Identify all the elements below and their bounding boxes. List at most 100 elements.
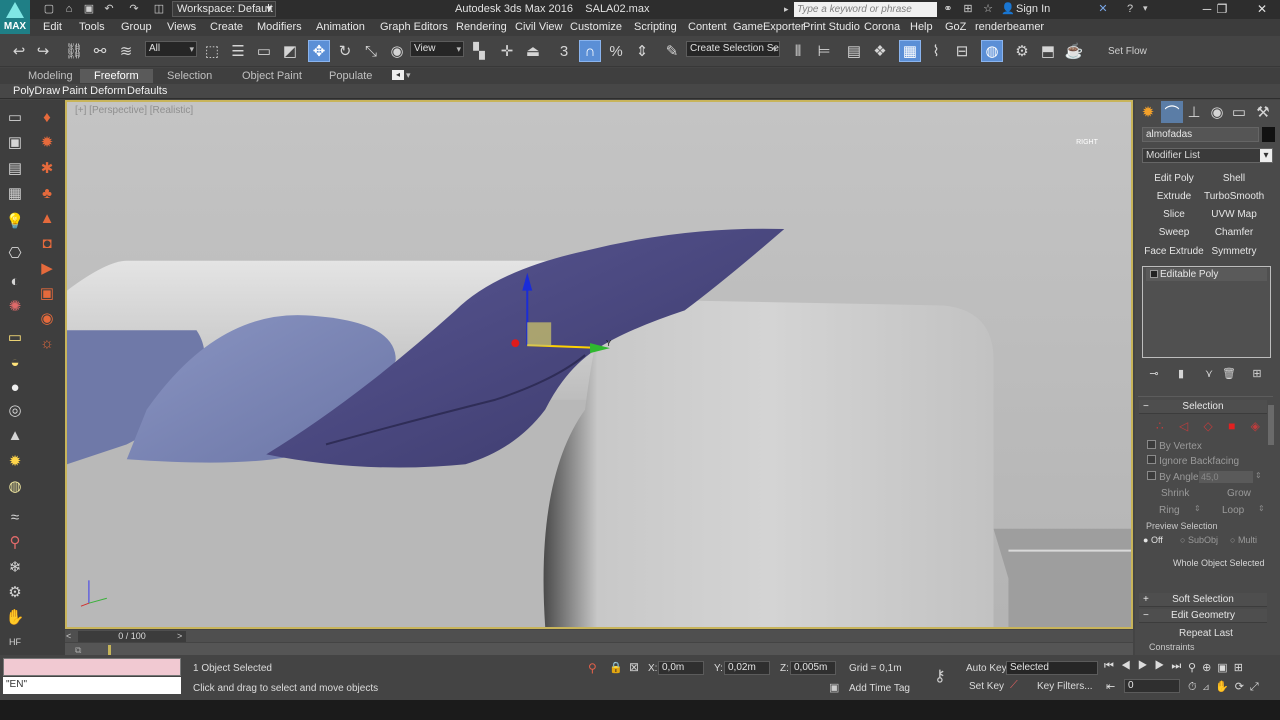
motion-tab-icon[interactable]: ◉ xyxy=(1206,101,1228,123)
scene-list-icon[interactable]: ▤ xyxy=(4,157,26,179)
add-time-tag-button[interactable]: Add Time Tag xyxy=(849,683,910,694)
menu-group[interactable]: Group xyxy=(121,21,152,33)
modifier-edit-poly-button[interactable]: Edit Poly xyxy=(1144,171,1204,187)
key-filters-button[interactable]: Key Filters... xyxy=(1037,681,1093,692)
next-frame-icon[interactable]: ▶ xyxy=(1155,660,1172,672)
mirror-icon[interactable]: ⫴ xyxy=(787,40,809,62)
percent-snap-icon[interactable]: % xyxy=(605,40,627,62)
redo-icon[interactable]: ↪ xyxy=(32,40,54,62)
link-icon[interactable]: ⛓ xyxy=(63,40,85,62)
grow-button[interactable]: Grow xyxy=(1227,488,1251,499)
viewport-nav-bottom[interactable]: ⏱⊿✋⟳⤢ xyxy=(1188,680,1265,694)
hemisphere-icon[interactable]: ◒ xyxy=(4,351,26,373)
named-selection-set-dropdown[interactable]: Create Selection Se xyxy=(686,41,780,57)
project-folder-icon[interactable]: ◫ xyxy=(152,2,166,16)
save-file-icon[interactable]: ▣ xyxy=(82,2,96,16)
subtab-paint-deform[interactable]: Paint Deform xyxy=(62,85,126,97)
app-logo[interactable]: MAX xyxy=(0,0,30,34)
scene-explorer-icon[interactable]: ▤ xyxy=(843,40,865,62)
make-unique-icon[interactable]: ⋎ xyxy=(1198,362,1220,384)
remove-modifier-icon[interactable]: 🗑 xyxy=(1218,362,1240,384)
speaker-icon[interactable]: ◐ xyxy=(4,270,26,292)
reference-coordinate-dropdown[interactable]: View xyxy=(410,41,464,57)
trees-icon[interactable]: ♣ xyxy=(36,182,58,204)
menu-goz[interactable]: GoZ xyxy=(945,21,966,33)
loop-spinner[interactable]: ⇕ xyxy=(1258,504,1265,513)
modifier-uvw-map-button[interactable]: UVW Map xyxy=(1204,207,1264,223)
menu-customize[interactable]: Customize xyxy=(570,21,622,33)
zoom-extents-all-icon[interactable]: ⊞ xyxy=(1234,662,1249,674)
menu-content[interactable]: Content xyxy=(688,21,727,33)
align-icon[interactable]: ⊨ xyxy=(813,40,835,62)
zoom-extents-icon[interactable]: ▣ xyxy=(1217,662,1233,674)
viewport-layout-icon[interactable]: ▣ xyxy=(4,131,26,153)
bulb-render-icon[interactable]: ☼ xyxy=(36,332,58,354)
tab-modeling[interactable]: Modeling xyxy=(28,70,73,82)
select-and-rotate-icon[interactable]: ↻ xyxy=(334,40,356,62)
previous-frame-icon[interactable]: ◀ xyxy=(1121,660,1138,672)
modifier-face-extrude-button[interactable]: Face Extrude xyxy=(1144,244,1204,260)
window-crossing-icon[interactable]: ◩ xyxy=(279,40,301,62)
select-and-scale-icon[interactable]: ⤡ xyxy=(360,40,382,62)
fov-icon[interactable]: ⊿ xyxy=(1203,681,1215,693)
go-to-end-icon[interactable]: ⏭ xyxy=(1171,660,1188,672)
selection-region-icon[interactable]: ▭ xyxy=(253,40,275,62)
preview-subobj-radio[interactable]: ○ SubObj xyxy=(1180,535,1218,545)
menu-views[interactable]: Views xyxy=(167,21,196,33)
modifier-slice-button[interactable]: Slice xyxy=(1144,207,1204,223)
viewcube[interactable]: RIGHT xyxy=(1072,130,1102,156)
auto-key-button[interactable]: Auto Key xyxy=(966,663,1007,674)
search-input[interactable]: Type a keyword or phrase xyxy=(794,2,937,17)
play-icon[interactable]: ▶ xyxy=(1138,660,1155,672)
angle-spinner-arrows[interactable]: ⇕ xyxy=(1255,471,1262,480)
curve-editor-icon[interactable]: ⌇ xyxy=(925,40,947,62)
object-color-swatch[interactable] xyxy=(1262,127,1275,142)
container-icon[interactable]: ▭ xyxy=(4,106,26,128)
lightbulb-icon[interactable]: 💡 xyxy=(4,210,26,232)
time-slider[interactable] xyxy=(65,630,1133,642)
time-slider-next-icon[interactable]: > xyxy=(177,631,182,641)
user-icon[interactable]: 👤 xyxy=(1001,2,1015,16)
gizmo-plane-handle[interactable] xyxy=(527,322,552,347)
ribbon-chevron-icon[interactable]: ▾ xyxy=(406,70,411,81)
perspective-viewport[interactable] xyxy=(65,100,1133,629)
select-and-move-icon[interactable]: ✥ xyxy=(308,40,330,62)
cone-icon[interactable]: ▲ xyxy=(4,424,26,446)
particles-icon[interactable]: ✺ xyxy=(4,295,26,317)
preview-off-radio[interactable]: ● Off xyxy=(1143,535,1163,545)
new-file-icon[interactable]: ▢ xyxy=(42,2,56,16)
sun-icon[interactable]: ✹ xyxy=(4,450,26,472)
camera-icon[interactable]: ⎔ xyxy=(4,242,26,264)
default-tangent-icon[interactable]: ⟋ xyxy=(1010,679,1018,692)
unlink-icon[interactable]: ⚯ xyxy=(89,40,111,62)
track-bar[interactable] xyxy=(65,643,1133,655)
display-tab-icon[interactable]: ▭ xyxy=(1228,101,1250,123)
frame-buffer-icon[interactable]: ▣ xyxy=(36,282,58,304)
select-manipulate-icon[interactable]: ✛ xyxy=(496,40,518,62)
gizmo-x-handle[interactable] xyxy=(511,339,520,348)
hand-icon[interactable]: ✋ xyxy=(4,606,26,628)
tree-icon[interactable]: ▲ xyxy=(36,207,58,229)
object-name-field[interactable]: almofadas xyxy=(1142,127,1259,142)
material-sphere-icon[interactable]: ◉ xyxy=(36,307,58,329)
playback-controls[interactable]: ⏮◀▶▶⏭ xyxy=(1104,660,1188,673)
modifier-symmetry-button[interactable]: Symmetry xyxy=(1204,244,1264,260)
hierarchy-tab-icon[interactable]: ⊥ xyxy=(1183,101,1205,123)
time-slider-thumb[interactable]: 0 / 100 xyxy=(78,631,186,642)
maxscript-input[interactable]: "EN" xyxy=(3,677,181,694)
subscription-icon[interactable]: ⊞ xyxy=(961,2,975,16)
redo-quick-icon[interactable]: ↷ xyxy=(127,2,141,16)
bind-space-warp-icon[interactable]: ≋ xyxy=(115,40,137,62)
favorites-star-icon[interactable]: ☆ xyxy=(981,2,995,16)
sign-in-button[interactable]: Sign In xyxy=(1016,3,1050,15)
shrink-button[interactable]: Shrink xyxy=(1161,488,1189,499)
modifier-sweep-button[interactable]: Sweep xyxy=(1144,225,1204,241)
search-binoculars-icon[interactable]: ⚭ xyxy=(941,2,955,16)
angle-spinner[interactable]: 45,0 xyxy=(1199,471,1253,483)
grid-icon[interactable]: ▦ xyxy=(4,182,26,204)
geosphere-icon[interactable]: ◍ xyxy=(4,475,26,497)
torus-icon[interactable]: ◎ xyxy=(4,399,26,421)
lock-selection-icon[interactable]: 🔒 xyxy=(609,661,623,674)
repeat-last-button[interactable]: Repeat Last xyxy=(1179,628,1233,639)
menu-edit[interactable]: Edit xyxy=(43,21,62,33)
